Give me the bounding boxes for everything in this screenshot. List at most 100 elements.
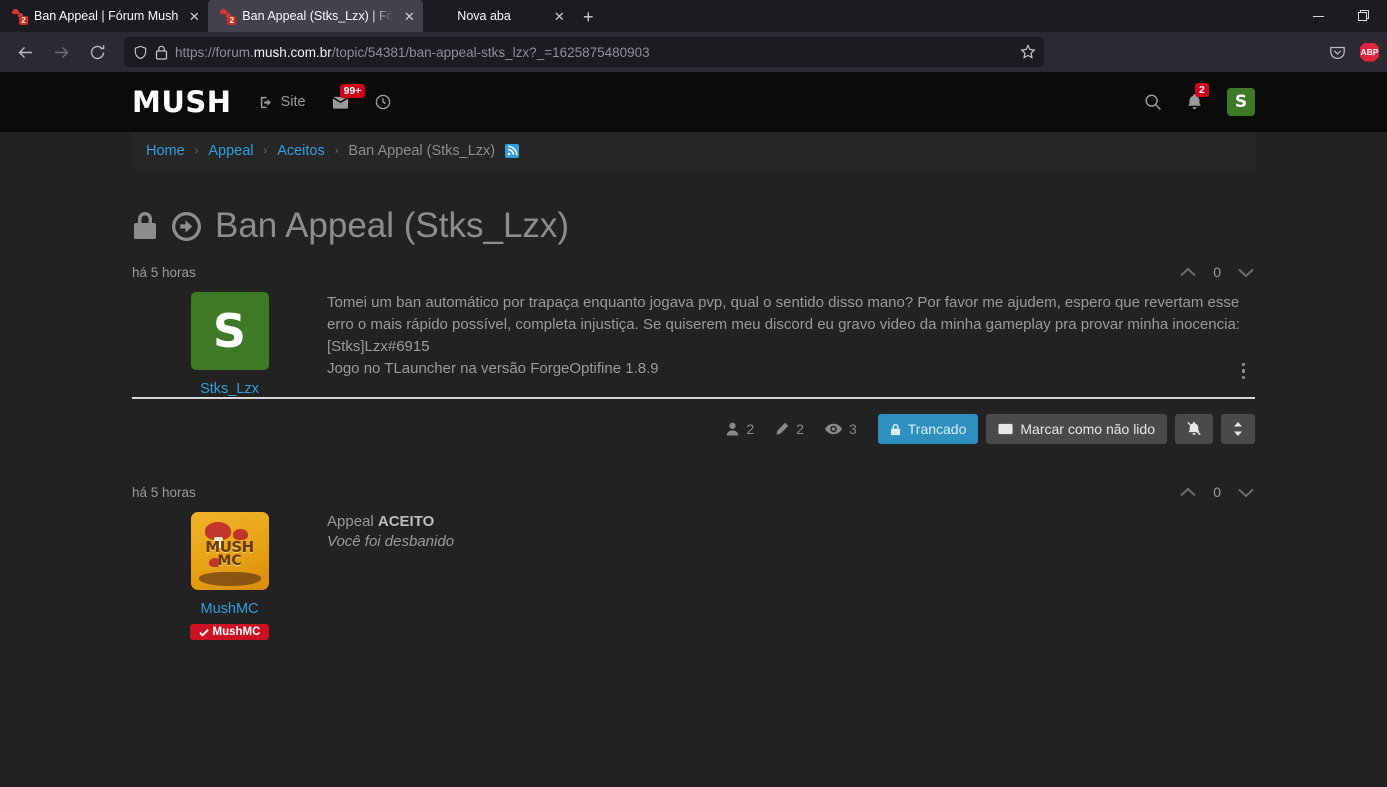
toolbar-extensions: ABP — [1320, 37, 1379, 67]
close-icon[interactable]: ✕ — [186, 8, 202, 24]
check-icon — [198, 628, 209, 637]
post-timestamp: há 5 horas — [132, 484, 196, 500]
close-icon[interactable]: ✕ — [401, 8, 417, 24]
breadcrumb-separator: › — [194, 145, 199, 157]
firefox-icon — [433, 8, 449, 24]
post-paragraph: Tomei um ban automático por trapaça enqu… — [327, 294, 1240, 356]
tab-title: Nova aba — [457, 9, 511, 23]
minimize-icon[interactable] — [1295, 0, 1341, 32]
pencil-icon — [775, 422, 789, 436]
mark-unread-button[interactable]: Marcar como não lido — [986, 414, 1167, 444]
post-1: há 5 horas 0 S Stks_Lzx Tomei um ban aut… — [132, 246, 1255, 397]
favicon-badge: 2 — [227, 16, 237, 25]
pocket-icon[interactable] — [1320, 37, 1354, 67]
shield-icon[interactable] — [133, 45, 148, 60]
nav-item-messages[interactable]: 99+ — [332, 83, 366, 110]
avatar[interactable]: S — [1227, 88, 1255, 116]
post-author-name[interactable]: Stks_Lzx — [200, 381, 259, 397]
browser-tab-3[interactable]: Nova aba ✕ — [423, 0, 573, 32]
notifications-button[interactable]: 2 — [1186, 83, 1209, 111]
stat-posts: 2 — [775, 421, 804, 437]
nav-item-label: Site — [280, 94, 306, 110]
lock-icon — [132, 211, 158, 241]
browser-chrome: 2 Ban Appeal | Fórum Mush ✕ 2 Ban Appeal… — [0, 0, 1387, 72]
page-title: Ban Appeal (Stks_Lzx) — [132, 206, 1255, 246]
nav-item-recent[interactable] — [375, 94, 391, 110]
adblock-plus-icon[interactable]: ABP — [1360, 42, 1379, 62]
nav-item-site[interactable]: Site — [259, 94, 306, 110]
more-vertical-icon[interactable] — [1241, 362, 1245, 379]
clock-icon — [375, 94, 391, 110]
locked-button[interactable]: Trancado — [877, 414, 979, 444]
stat-value: 3 — [848, 421, 857, 437]
status-badge-label: MushMC — [212, 626, 261, 638]
envelope-icon — [998, 423, 1013, 435]
tab-title: Ban Appeal (Stks_Lzx) | Fórum M — [242, 9, 394, 23]
back-icon[interactable] — [8, 37, 42, 67]
breadcrumb-item-aceitos[interactable]: Aceitos — [277, 143, 325, 159]
mush-icon: 2 — [218, 8, 237, 25]
avatar[interactable]: MUSH MC — [190, 512, 269, 590]
lock-icon — [155, 45, 168, 60]
chevron-down-icon[interactable] — [1237, 486, 1255, 499]
post-header: há 5 horas 0 — [132, 466, 1255, 500]
topic-toolbar: 2 2 3 Trancado Marcar como não lido — [132, 399, 1255, 444]
status-badge: MushMC — [189, 624, 270, 640]
header-right: 2 S — [1144, 83, 1255, 116]
sort-button[interactable] — [1221, 414, 1255, 444]
chevron-up-icon[interactable] — [1179, 486, 1197, 499]
post-2: há 5 horas 0 MUSH MC MushMC MushMC Appea… — [132, 466, 1255, 640]
tab-strip: 2 Ban Appeal | Fórum Mush ✕ 2 Ban Appeal… — [0, 0, 1387, 32]
post-author-name[interactable]: MushMC — [200, 601, 258, 617]
close-icon[interactable]: ✕ — [551, 8, 567, 24]
post-author-block: MUSH MC MushMC MushMC — [132, 512, 327, 640]
post-body: MUSH MC MushMC MushMC Appeal ACEITO Você… — [132, 500, 1255, 640]
breadcrumb-item-appeal[interactable]: Appeal — [208, 143, 253, 159]
bookmark-star-icon[interactable] — [1020, 44, 1036, 60]
notifications-badge: 2 — [1195, 83, 1209, 97]
header-nav: Site 99+ — [259, 83, 391, 110]
browser-tab-1[interactable]: 2 Ban Appeal | Fórum Mush ✕ — [0, 0, 208, 32]
page-content: MUSH Site 99+ 2 S Home › Appeal › Aceito… — [0, 72, 1387, 787]
stat-participants: 2 — [726, 421, 754, 437]
window-controls — [1295, 0, 1387, 32]
forward-icon[interactable] — [44, 37, 78, 67]
user-icon — [726, 422, 739, 436]
breadcrumb-separator: › — [334, 145, 339, 157]
post-paragraph: Jogo no TLauncher na versão ForgeOptifin… — [327, 360, 659, 378]
favicon-badge: 2 — [19, 16, 28, 25]
external-link-icon — [259, 95, 274, 110]
vote-count: 0 — [1213, 484, 1221, 500]
chevron-down-icon[interactable] — [1237, 266, 1255, 279]
site-logo[interactable]: MUSH — [132, 85, 232, 119]
search-icon[interactable] — [1144, 93, 1162, 111]
lock-icon — [890, 423, 901, 436]
sort-icon — [1232, 421, 1244, 437]
breadcrumb-separator: › — [263, 145, 268, 157]
new-tab-button[interactable]: + — [573, 2, 603, 32]
address-bar[interactable]: https://forum.mush.com.br/topic/54381/ba… — [124, 37, 1044, 67]
rss-icon[interactable] — [505, 144, 520, 158]
eye-icon — [824, 423, 842, 435]
chevron-up-icon[interactable] — [1179, 266, 1197, 279]
avatar[interactable]: S — [190, 292, 269, 370]
locked-button-label: Trancado — [907, 421, 967, 437]
browser-tab-2-active[interactable]: 2 Ban Appeal (Stks_Lzx) | Fórum M ✕ — [208, 0, 424, 32]
navigation-toolbar: https://forum.mush.com.br/topic/54381/ba… — [0, 32, 1387, 72]
messages-badge: 99+ — [339, 83, 366, 98]
post-paragraph: Appeal ACEITO — [327, 513, 435, 530]
vote-controls: 0 — [1179, 484, 1255, 500]
post-content: Appeal ACEITO Você foi desbanido — [327, 512, 1255, 640]
restore-icon[interactable] — [1341, 0, 1387, 32]
tab-title: Ban Appeal | Fórum Mush — [34, 9, 179, 23]
post-author-block: S Stks_Lzx — [132, 292, 327, 397]
page-title-text: Ban Appeal (Stks_Lzx) — [215, 206, 570, 245]
post-content: Tomei um ban automático por trapaça enqu… — [327, 292, 1255, 397]
url-text: https://forum.mush.com.br/topic/54381/ba… — [175, 44, 650, 60]
breadcrumb-item-current: Ban Appeal (Stks_Lzx) — [348, 143, 496, 159]
breadcrumb-item-home[interactable]: Home — [146, 143, 185, 159]
bell-slash-icon — [1186, 421, 1202, 437]
arrow-circle-right-icon — [171, 211, 202, 242]
mute-button[interactable] — [1175, 414, 1213, 444]
reload-icon[interactable] — [80, 37, 114, 67]
